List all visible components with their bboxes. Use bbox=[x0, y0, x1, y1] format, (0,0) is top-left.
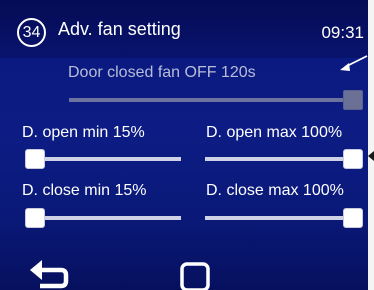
door-closed-fan-slider[interactable] bbox=[69, 90, 363, 110]
slider-handle[interactable] bbox=[25, 149, 45, 169]
slider-track bbox=[25, 216, 181, 220]
return-arrow-icon bbox=[30, 260, 69, 289]
door-close-max-label: D. close max 100% bbox=[206, 182, 344, 199]
slider-track bbox=[69, 98, 363, 102]
door-open-max-label: D. open max 100% bbox=[206, 124, 343, 141]
back-button[interactable] bbox=[28, 258, 72, 290]
door-open-max-slider[interactable] bbox=[205, 149, 363, 169]
home-button[interactable] bbox=[180, 262, 210, 290]
screen-border bbox=[368, 0, 374, 290]
slider-handle[interactable] bbox=[343, 90, 363, 110]
slider-handle[interactable] bbox=[25, 208, 45, 228]
clock-time: 09:31 bbox=[321, 23, 364, 42]
door-open-min-label: D. open min 15% bbox=[22, 124, 145, 141]
arrow-pointer-icon bbox=[340, 55, 368, 71]
header-bar: 34 Adv. fan setting 09:31 bbox=[0, 0, 368, 58]
door-close-min-label: D. close min 15% bbox=[22, 182, 147, 199]
door-open-min-slider[interactable] bbox=[25, 149, 181, 169]
square-home-icon bbox=[180, 262, 210, 290]
page-title: Adv. fan setting bbox=[58, 19, 181, 39]
slider-track bbox=[205, 216, 363, 220]
slider-handle[interactable] bbox=[343, 149, 363, 169]
slider-track bbox=[205, 157, 363, 161]
door-close-min-slider[interactable] bbox=[25, 208, 181, 228]
door-closed-fan-label: Door closed fan OFF 120s bbox=[68, 64, 256, 81]
slider-track bbox=[25, 157, 181, 161]
fan-settings-screen: 34 Adv. fan setting 09:31 Door closed fa… bbox=[0, 0, 368, 290]
slider-handle[interactable] bbox=[343, 208, 363, 228]
page-number-badge: 34 bbox=[17, 18, 46, 47]
door-close-max-slider[interactable] bbox=[205, 208, 363, 228]
edge-pointer-icon bbox=[368, 151, 374, 161]
